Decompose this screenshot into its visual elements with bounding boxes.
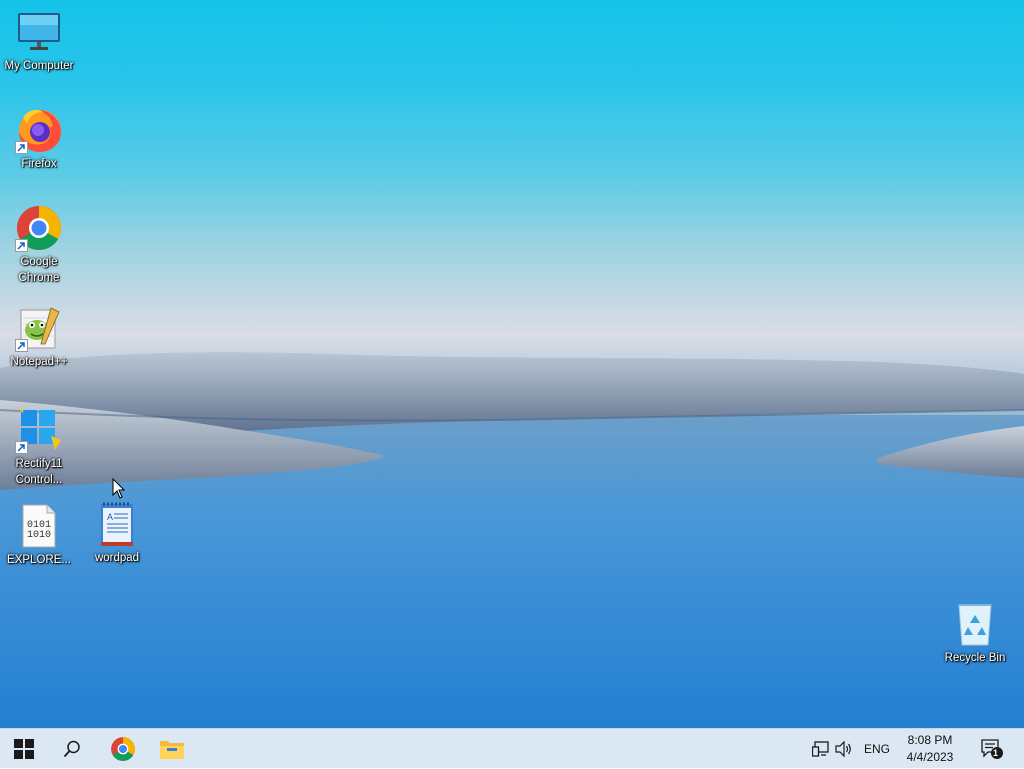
network-button[interactable] [810, 729, 832, 769]
binary-text-line2: 1010 [27, 530, 51, 541]
clock-date: 4/4/2023 [906, 750, 954, 764]
desktop-icon-my-computer[interactable]: My Computer [1, 8, 77, 74]
desktop-icon-notepad-plus-plus[interactable]: Notepad++ [1, 304, 77, 370]
chrome-icon [111, 737, 135, 761]
desktop-icon-recycle-bin[interactable]: Recycle Bin [937, 600, 1013, 666]
file-explorer-icon [160, 741, 184, 759]
notification-count-badge: 1 [993, 748, 999, 758]
shortcut-arrow-icon [15, 339, 28, 352]
system-tray: ENG [810, 729, 898, 769]
wallpaper-landscape [0, 352, 1024, 728]
binary-file-icon: 0101 1010 [15, 502, 63, 550]
desktop-icon-label: Notepad++ [10, 356, 68, 368]
desktop-icon-label: My Computer [4, 60, 74, 72]
notepad-plus-plus-icon [15, 304, 63, 352]
search-button[interactable] [48, 729, 96, 769]
wordpad-icon: A [93, 500, 141, 548]
notification-icon [981, 739, 1003, 759]
search-icon [63, 740, 80, 758]
language-indicator[interactable]: ENG [856, 742, 898, 756]
desktop-icon-google-chrome[interactable]: Google Chrome [1, 204, 77, 286]
network-icon [812, 741, 829, 757]
taskbar-chrome-button[interactable] [99, 729, 147, 769]
clock-time: 8:08 PM [907, 733, 953, 747]
start-button[interactable] [0, 729, 48, 769]
volume-button[interactable] [832, 729, 856, 769]
desktop-icon-label: Google Chrome [18, 256, 60, 284]
mouse-cursor-icon [112, 478, 126, 499]
desktop-icon-rectify11-control[interactable]: Rectify11 Control... [1, 406, 77, 488]
desktop-icon-label: Recycle Bin [944, 652, 1006, 664]
desktop-icon-firefox[interactable]: Firefox [1, 106, 77, 172]
shortcut-arrow-icon [15, 141, 28, 154]
desktop-icon-label: Rectify11 Control... [15, 458, 63, 486]
firefox-icon [15, 106, 63, 154]
clock[interactable]: 8:08 PM 4/4/2023 [894, 732, 966, 766]
taskbar: ENG 8:08 PM 4/4/2023 1 [0, 728, 1024, 768]
rectify11-icon [15, 406, 63, 454]
desktop-background[interactable]: My Computer Firefox Google Chrome Notepa… [0, 0, 1024, 728]
desktop-icon-label: wordpad [94, 552, 140, 564]
svg-text:A: A [107, 512, 113, 522]
recycle-bin-icon [951, 600, 999, 648]
chrome-icon [15, 204, 63, 252]
desktop-icon-label: Firefox [21, 158, 57, 170]
desktop-icon-explorer-file[interactable]: 0101 1010 EXPLORE... [1, 502, 77, 568]
monitor-icon [15, 8, 63, 56]
shortcut-arrow-icon [15, 239, 28, 252]
notification-button[interactable]: 1 [974, 729, 1010, 769]
taskbar-file-explorer-button[interactable] [148, 729, 196, 769]
desktop-icon-wordpad[interactable]: A wordpad [79, 500, 155, 566]
desktop-icon-label: EXPLORE... [7, 554, 71, 566]
start-icon [14, 739, 34, 759]
shortcut-arrow-icon [15, 441, 28, 454]
volume-icon [835, 741, 851, 757]
